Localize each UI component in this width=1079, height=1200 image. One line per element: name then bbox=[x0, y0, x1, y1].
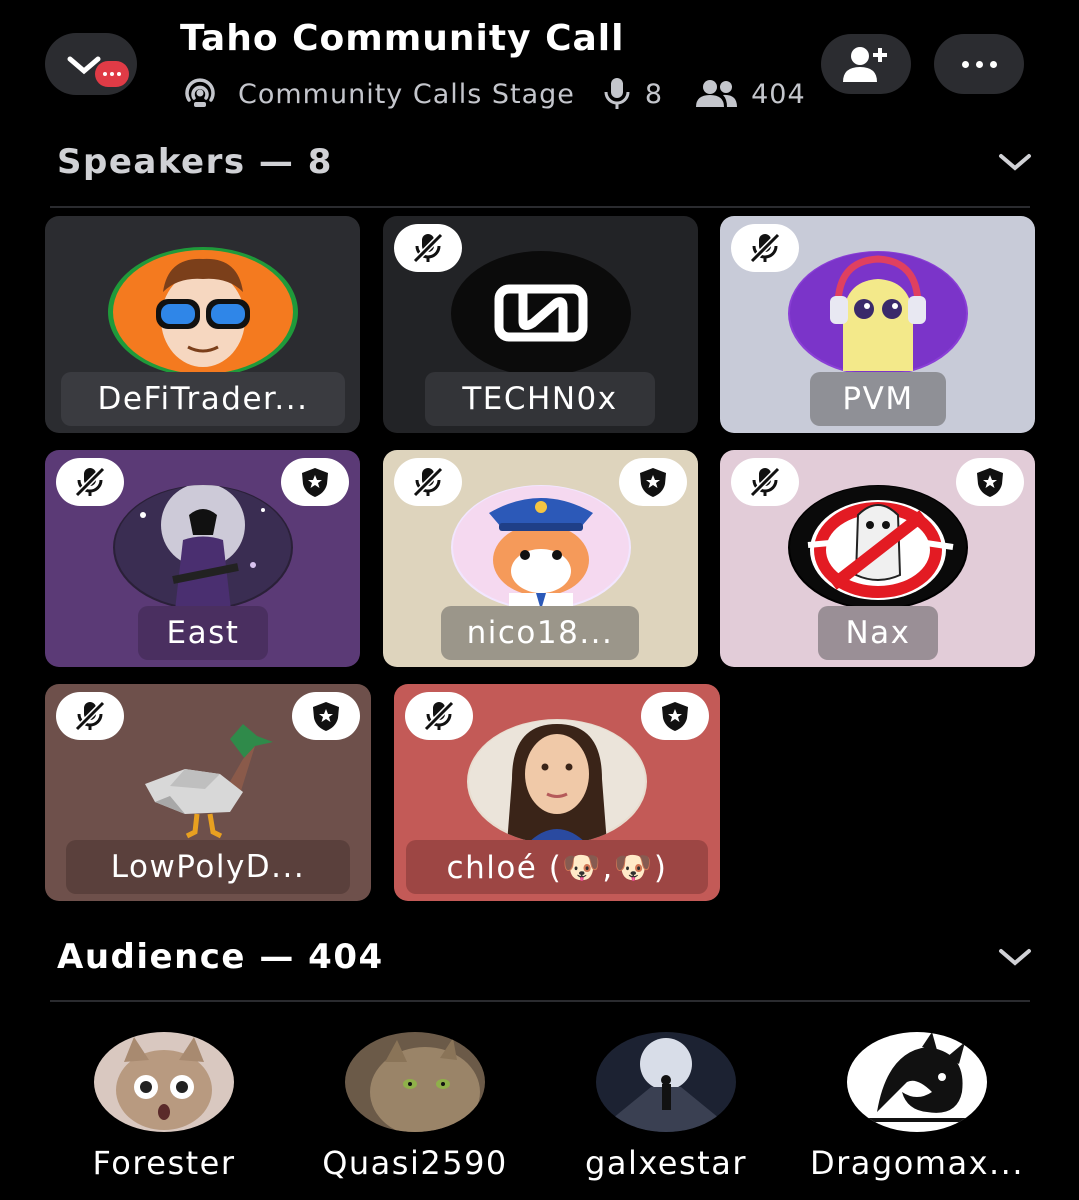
speaker-tile[interactable]: LowPolyD... bbox=[45, 684, 371, 901]
speaker-name-pill: TECHN0x bbox=[425, 372, 655, 426]
add-user-icon bbox=[843, 47, 887, 82]
shield-star-icon bbox=[977, 468, 1003, 497]
speaker-name-pill: DeFiTrader... bbox=[61, 372, 345, 426]
audience-member[interactable]: Dragomax... bbox=[792, 1032, 1042, 1182]
stage-icon bbox=[185, 78, 215, 107]
people-icon bbox=[696, 80, 738, 107]
audience-member[interactable]: galxestar bbox=[541, 1032, 791, 1182]
audience-name: Forester bbox=[92, 1144, 236, 1182]
avatar bbox=[596, 1032, 736, 1132]
muted-badge bbox=[731, 224, 799, 272]
more-options-button[interactable] bbox=[934, 34, 1024, 94]
section-divider bbox=[50, 206, 1030, 208]
speaker-name: East bbox=[166, 615, 240, 651]
audience-section-label: Audience — 404 bbox=[57, 937, 384, 977]
muted-microphone-icon bbox=[423, 700, 455, 732]
avatar bbox=[788, 251, 968, 376]
status-bubble-icon bbox=[95, 61, 129, 87]
audience-name: Quasi2590 bbox=[322, 1144, 508, 1182]
muted-microphone-icon bbox=[749, 466, 781, 498]
speaker-name: Nax bbox=[845, 615, 911, 651]
stage-info-line: Community Calls Stage 8 404 bbox=[180, 72, 806, 116]
stage-title: Taho Community Call bbox=[180, 18, 625, 59]
speaker-tile[interactable]: nico18... bbox=[383, 450, 698, 667]
audience-member[interactable]: Quasi2590 bbox=[290, 1032, 540, 1182]
avatar bbox=[451, 251, 631, 376]
muted-microphone-icon bbox=[74, 466, 106, 498]
avatar bbox=[108, 247, 298, 377]
speaker-tile[interactable]: East bbox=[45, 450, 360, 667]
moderator-badge bbox=[619, 458, 687, 506]
avatar bbox=[345, 1032, 485, 1132]
speaker-name: LowPolyD... bbox=[110, 849, 306, 885]
speaker-name-pill: PVM bbox=[810, 372, 946, 426]
speaker-name-pill: LowPolyD... bbox=[66, 840, 350, 894]
speaker-name-pill: nico18... bbox=[441, 606, 639, 660]
speaker-name: chloé (🐶,🐶) bbox=[446, 849, 668, 886]
muted-microphone-icon bbox=[74, 700, 106, 732]
shield-star-icon bbox=[640, 468, 666, 497]
shield-star-icon bbox=[662, 702, 688, 731]
speaker-count: 8 bbox=[644, 78, 664, 110]
muted-microphone-icon bbox=[412, 232, 444, 264]
stage-name: Community Calls Stage bbox=[238, 78, 575, 110]
moderator-badge bbox=[292, 692, 360, 740]
avatar bbox=[467, 719, 647, 844]
muted-badge bbox=[394, 458, 462, 506]
speaker-name: PVM bbox=[842, 381, 914, 417]
avatar bbox=[451, 485, 631, 610]
speaker-name: DeFiTrader... bbox=[97, 381, 309, 417]
moderator-badge bbox=[281, 458, 349, 506]
muted-microphone-icon bbox=[412, 466, 444, 498]
speaker-name-pill: East bbox=[138, 606, 268, 660]
muted-badge bbox=[394, 224, 462, 272]
avatar bbox=[847, 1032, 987, 1132]
speaker-tile[interactable]: chloé (🐶,🐶) bbox=[394, 684, 720, 901]
muted-microphone-icon bbox=[749, 232, 781, 264]
shield-star-icon bbox=[313, 702, 339, 731]
microphone-icon bbox=[604, 78, 630, 109]
speakers-section-label: Speakers — 8 bbox=[57, 142, 333, 182]
muted-badge bbox=[405, 692, 473, 740]
more-icon bbox=[961, 60, 969, 68]
speaker-tile[interactable]: TECHN0x bbox=[383, 216, 698, 433]
speaker-tile[interactable]: PVM bbox=[720, 216, 1035, 433]
audience-member[interactable]: Forester bbox=[39, 1032, 289, 1182]
section-divider bbox=[50, 1000, 1030, 1002]
shield-star-icon bbox=[302, 468, 328, 497]
speaker-name: TECHN0x bbox=[462, 381, 618, 417]
muted-badge bbox=[731, 458, 799, 506]
speakers-section-header[interactable]: Speakers — 8 bbox=[57, 132, 1032, 192]
moderator-badge bbox=[956, 458, 1024, 506]
speaker-name-pill: Nax bbox=[818, 606, 938, 660]
avatar bbox=[94, 1032, 234, 1132]
speaker-name-pill: chloé (🐶,🐶) bbox=[406, 840, 708, 894]
invite-button[interactable] bbox=[821, 34, 911, 94]
avatar bbox=[788, 485, 968, 610]
stage-header: Taho Community Call Community Calls Stag… bbox=[0, 0, 1079, 120]
leave-stage-button[interactable] bbox=[45, 33, 137, 95]
audience-section-header[interactable]: Audience — 404 bbox=[57, 927, 1032, 987]
chevron-down-icon[interactable] bbox=[998, 152, 1032, 172]
muted-badge bbox=[56, 692, 124, 740]
audience-name: Dragomax... bbox=[809, 1144, 1025, 1182]
avatar bbox=[125, 714, 295, 844]
avatar bbox=[113, 485, 293, 610]
speaker-tile[interactable]: Nax bbox=[720, 450, 1035, 667]
speaker-name: nico18... bbox=[466, 615, 614, 651]
muted-badge bbox=[56, 458, 124, 506]
moderator-badge bbox=[641, 692, 709, 740]
audience-name: galxestar bbox=[585, 1144, 747, 1182]
listener-count: 404 bbox=[751, 78, 806, 110]
speaker-tile[interactable]: DeFiTrader... bbox=[45, 216, 360, 433]
chevron-down-icon[interactable] bbox=[998, 947, 1032, 967]
